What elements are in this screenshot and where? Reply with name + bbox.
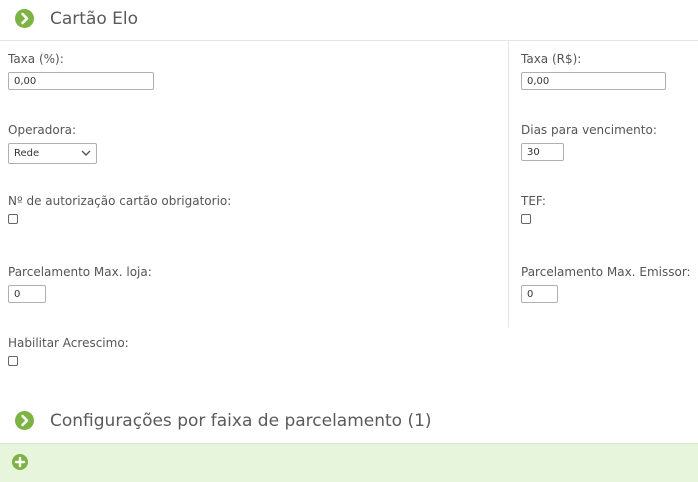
taxa-rs-label: Taxa (R$):: [521, 52, 582, 66]
habilitar-acrescimo-label: Habilitar Acrescimo:: [8, 336, 129, 350]
chevron-down-icon: [81, 150, 91, 156]
operadora-label: Operadora:: [8, 123, 77, 137]
operadora-field: Operadora: Rede: [8, 123, 97, 164]
taxa-pct-label: Taxa (%):: [8, 52, 64, 66]
operadora-select[interactable]: Rede: [8, 143, 97, 164]
taxa-rs-input[interactable]: [521, 72, 666, 90]
taxa-rs-field: Taxa (R$):: [521, 52, 666, 90]
tef-label: TEF:: [521, 194, 546, 208]
taxa-pct-input[interactable]: [8, 72, 154, 90]
autorizacao-field: Nº de autorização cartão obrigatorio:: [8, 194, 231, 224]
parcelamento-emissor-field: Parcelamento Max. Emissor:: [521, 265, 691, 303]
add-faixa-bar: [0, 443, 698, 482]
dias-vencimento-input[interactable]: [521, 143, 564, 161]
section-header-faixa-parcelamento: Configurações por faixa de parcelamento …: [0, 402, 698, 442]
parcelamento-emissor-input[interactable]: [521, 285, 558, 303]
parcelamento-loja-field: Parcelamento Max. loja:: [8, 265, 152, 303]
chevron-right-circle-icon[interactable]: [15, 411, 34, 430]
tef-checkbox[interactable]: [521, 214, 531, 224]
tef-field: TEF:: [521, 194, 546, 224]
dias-vencimento-label: Dias para vencimento:: [521, 123, 657, 137]
chevron-right-circle-icon[interactable]: [15, 9, 34, 28]
column-divider: [508, 41, 509, 327]
autorizacao-checkbox[interactable]: [8, 214, 18, 224]
taxa-pct-field: Taxa (%):: [8, 52, 154, 90]
section-title: Cartão Elo: [50, 9, 139, 29]
habilitar-acrescimo-checkbox[interactable]: [8, 356, 18, 366]
section-title: Configurações por faixa de parcelamento …: [50, 411, 432, 431]
operadora-selected-value: Rede: [14, 148, 40, 159]
dias-vencimento-field: Dias para vencimento:: [521, 123, 657, 161]
parcelamento-emissor-label: Parcelamento Max. Emissor:: [521, 265, 691, 279]
section-header-cartao-elo: Cartão Elo: [0, 0, 698, 41]
autorizacao-label: Nº de autorização cartão obrigatorio:: [8, 194, 232, 208]
habilitar-acrescimo-field: Habilitar Acrescimo:: [8, 336, 129, 366]
parcelamento-loja-input[interactable]: [8, 285, 46, 303]
plus-circle-icon[interactable]: [12, 454, 28, 470]
parcelamento-loja-label: Parcelamento Max. loja:: [8, 265, 152, 279]
